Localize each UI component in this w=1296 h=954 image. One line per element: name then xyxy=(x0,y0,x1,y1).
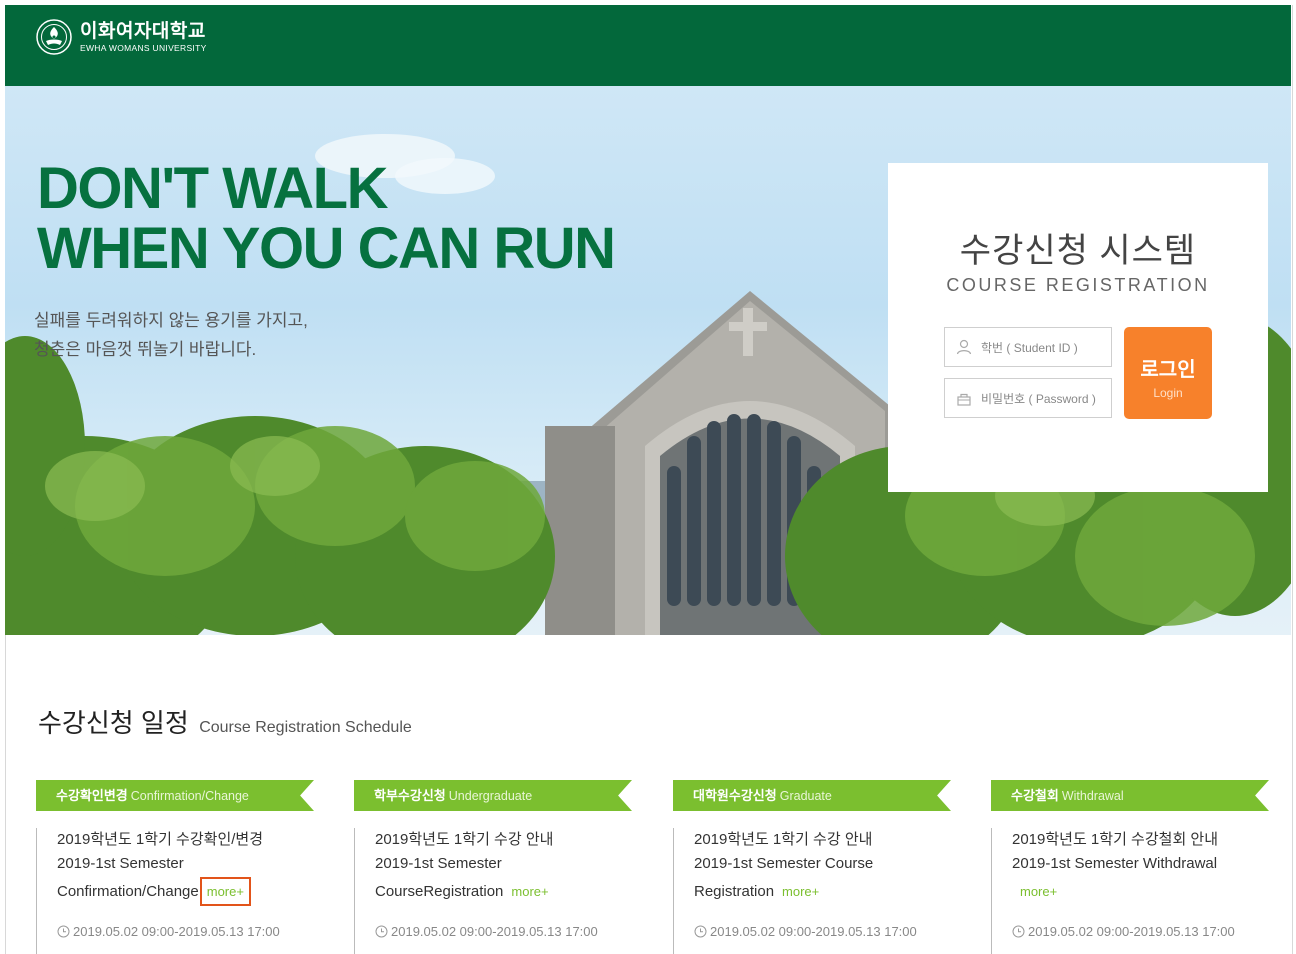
card-line-2: 2019-1st Semester Withdrawal xyxy=(1012,855,1218,872)
card-line-2: 2019-1st Semester xyxy=(57,855,184,872)
site-header: 이화여자대학교 EWHA WOMANS UNIVERSITY xyxy=(5,5,1291,86)
card-header-korean: 대학원수강신청 xyxy=(693,788,777,803)
card-header-korean: 수강확인변경 xyxy=(56,788,128,803)
card-date-text: 2019.05.02 09:00-2019.05.13 17:00 xyxy=(710,924,917,939)
card-date-text: 2019.05.02 09:00-2019.05.13 17:00 xyxy=(391,924,598,939)
card-line-1: 2019학년도 1학기 수강확인/변경 xyxy=(57,831,264,848)
login-button[interactable]: 로그인 Login xyxy=(1124,327,1212,419)
card-line-2: 2019-1st Semester Course xyxy=(694,855,874,872)
card-header-english: Graduate xyxy=(779,789,832,803)
logo-english-name: EWHA WOMANS UNIVERSITY xyxy=(80,42,207,53)
university-emblem-icon xyxy=(36,19,72,55)
card-header-korean: 학부수강신청 xyxy=(374,788,446,803)
card-body: 2019학년도 1학기 수강철회 안내 2019-1st Semester Wi… xyxy=(991,828,1269,954)
login-button-sublabel: Login xyxy=(1153,386,1183,400)
clock-icon xyxy=(694,925,707,938)
user-icon xyxy=(956,339,972,355)
slogan-line-1: DON'T WALK xyxy=(37,156,388,221)
more-link[interactable]: more+ xyxy=(1020,884,1057,899)
card-header: 수강확인변경 Confirmation/Change xyxy=(36,780,314,811)
login-button-label: 로그인 xyxy=(1140,359,1196,381)
card-line-3: Registration xyxy=(694,883,775,900)
card-body: 2019학년도 1학기 수강확인/변경 2019-1st Semester Co… xyxy=(36,828,314,954)
hero-slogan: DON'T WALK WHEN YOU CAN RUN xyxy=(37,156,616,281)
more-link[interactable]: more+ xyxy=(782,884,819,899)
schedule-card-withdrawal: 수강철회 Withdrawal 2019학년도 1학기 수강철회 안내 2019-… xyxy=(991,780,1269,954)
schedule-section-title: 수강신청 일정 Course Registration Schedule xyxy=(38,703,412,740)
password-input[interactable]: 비밀번호 ( Password ) xyxy=(944,378,1112,418)
schedule-title-korean: 수강신청 일정 xyxy=(38,708,189,738)
logo-korean-name: 이화여자대학교 xyxy=(80,20,206,42)
card-line-1: 2019학년도 1학기 수강철회 안내 xyxy=(1012,831,1219,848)
login-title: 수강신청 시스템 xyxy=(959,232,1197,270)
university-logo[interactable]: 이화여자대학교 EWHA WOMANS UNIVERSITY xyxy=(36,19,207,55)
schedule-card-undergraduate: 학부수강신청 Undergraduate 2019학년도 1학기 수강 안내 20… xyxy=(354,780,632,954)
card-body: 2019학년도 1학기 수강 안내 2019-1st Semester Cour… xyxy=(354,828,632,954)
card-header-english: Withdrawal xyxy=(1061,789,1124,803)
student-id-placeholder: 학번 ( Student ID ) xyxy=(981,340,1078,355)
password-placeholder: 비밀번호 ( Password ) xyxy=(981,391,1096,406)
lock-icon xyxy=(957,393,971,406)
clock-icon xyxy=(375,925,388,938)
hero-subtext: 실패를 두려워하지 않는 용기를 가지고, 청춘은 마음껏 뛰놀기 바랍니다. xyxy=(34,306,308,364)
card-date: 2019.05.02 09:00-2019.05.13 17:00 xyxy=(694,924,917,939)
card-line-2: 2019-1st Semester xyxy=(375,855,502,872)
card-header: 수강철회 Withdrawal xyxy=(991,780,1269,811)
card-date: 2019.05.02 09:00-2019.05.13 17:00 xyxy=(375,924,598,939)
clock-icon xyxy=(1012,925,1025,938)
subtext-line-2: 청춘은 마음껏 뛰놀기 바랍니다. xyxy=(34,340,257,359)
schedule-title-english: Course Registration Schedule xyxy=(199,719,412,736)
card-line-1: 2019학년도 1학기 수강 안내 xyxy=(375,831,554,848)
login-panel: 수강신청 시스템 COURSE REGISTRATION 학번 ( Studen… xyxy=(888,163,1268,492)
card-header-english: Undergraduate xyxy=(448,789,533,803)
login-subtitle: COURSE REGISTRATION xyxy=(946,275,1210,295)
card-line-3: CourseRegistration xyxy=(375,883,504,900)
schedule-card-graduate: 대학원수강신청 Graduate 2019학년도 1학기 수강 안내 2019-1… xyxy=(673,780,951,954)
card-line-1: 2019학년도 1학기 수강 안내 xyxy=(694,831,873,848)
card-date: 2019.05.02 09:00-2019.05.13 17:00 xyxy=(57,924,280,939)
student-id-input[interactable]: 학번 ( Student ID ) xyxy=(944,327,1112,367)
card-date-text: 2019.05.02 09:00-2019.05.13 17:00 xyxy=(1028,924,1235,939)
more-link[interactable]: more+ xyxy=(511,884,548,899)
card-date-text: 2019.05.02 09:00-2019.05.13 17:00 xyxy=(73,924,280,939)
clock-icon xyxy=(57,925,70,938)
card-header: 학부수강신청 Undergraduate xyxy=(354,780,632,811)
schedule-card-confirmation: 수강확인변경 Confirmation/Change 2019학년도 1학기 수강… xyxy=(36,780,314,954)
card-header-korean: 수강철회 xyxy=(1011,788,1059,803)
card-header: 대학원수강신청 Graduate xyxy=(673,780,951,811)
card-line-3: Confirmation/Change xyxy=(57,883,199,900)
card-date: 2019.05.02 09:00-2019.05.13 17:00 xyxy=(1012,924,1235,939)
slogan-line-2: WHEN YOU CAN RUN xyxy=(37,216,616,281)
card-body: 2019학년도 1학기 수강 안내 2019-1st Semester Cour… xyxy=(673,828,951,954)
card-header-english: Confirmation/Change xyxy=(130,789,249,803)
subtext-line-1: 실패를 두려워하지 않는 용기를 가지고, xyxy=(34,311,308,330)
more-link[interactable]: more+ xyxy=(199,877,252,906)
